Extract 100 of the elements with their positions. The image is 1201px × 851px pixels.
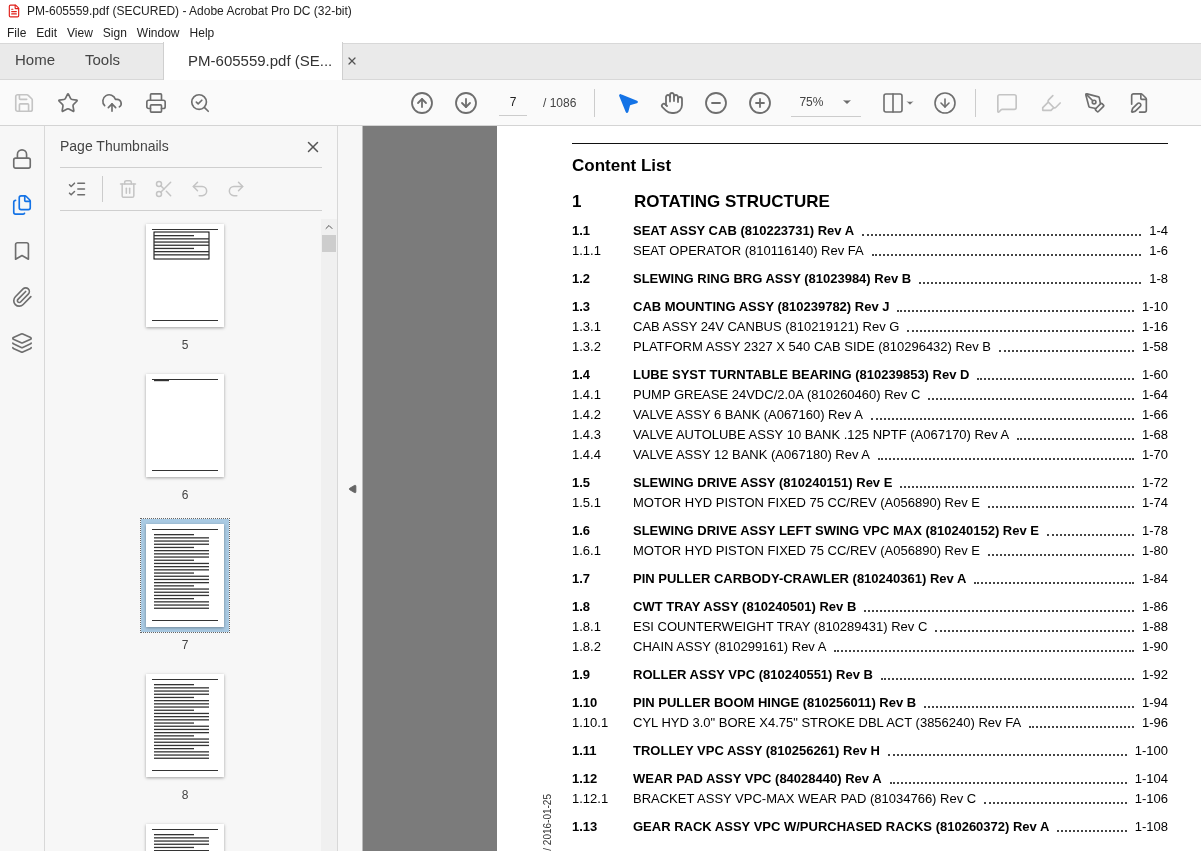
menu-item[interactable]: File [3, 23, 31, 42]
page-reference: 1-66 [1141, 406, 1168, 424]
menu-item[interactable]: Sign [98, 23, 131, 42]
entry-number: 1.8.1 [572, 618, 602, 636]
tab[interactable]: Home [0, 42, 70, 79]
page-reference: 1-6 [1149, 242, 1168, 260]
entry-number: 1.1 [572, 222, 592, 240]
entry-number: 1.5 [572, 474, 592, 492]
menu-item[interactable]: Window [132, 23, 184, 42]
entry-title: VALVE ASSY 6 BANK (A067160) Rev A [633, 406, 863, 424]
scroll-thumb[interactable] [322, 235, 336, 252]
page-reference: 1-72 [1141, 474, 1168, 492]
page-reference: 1-92 [1141, 666, 1168, 684]
page-number-label: 6 [181, 487, 189, 504]
entry-title: VALVE AUTOLUBE ASSY 10 BANK .125 NPTF (A067170) Rev A [633, 426, 1010, 444]
entry-number: 1.12.1 [572, 790, 610, 808]
entry-title: SLEWING DRIVE ASSY (810240151) Rev E [633, 474, 893, 492]
page-reference: 1-8 [1149, 270, 1168, 288]
entry-title: CHAIN ASSY (810299161) Rev A [633, 638, 827, 656]
section-title: ROTATING STRUCTURE [634, 191, 830, 213]
page-reference: 1-80 [1141, 542, 1168, 560]
entry-number: 1.8 [572, 598, 592, 616]
entry-number: 1.13 [572, 818, 599, 836]
page-reference: 1-104 [1134, 770, 1168, 788]
entry-title: PLATFORM ASSY 2327 X 540 CAB SIDE (810296432) Rev B [633, 338, 991, 356]
entry-number: 1.6 [572, 522, 592, 540]
entry-number: 1.8.2 [572, 638, 602, 656]
menu-item[interactable]: View [63, 23, 97, 42]
entry-title: GEAR RACK ASSY VPC W/PURCHASED RACKS (810260372) Rev A [633, 818, 1050, 836]
entry-title: PIN PULLER BOOM HINGE (810256011) Rev B [633, 694, 917, 712]
entry-title: ROLLER ASSY VPC (810240551) Rev B [633, 666, 873, 684]
page-number-field[interactable]: 7 [499, 89, 527, 116]
zoom-dropdown[interactable]: 75% [791, 88, 862, 117]
entry-number: 1.1.1 [572, 242, 602, 260]
entry-title: SEAT OPERATOR (810116140) Rev FA [633, 242, 864, 260]
entry-number: 1.10 [572, 694, 599, 712]
page-reference: 1-90 [1141, 638, 1168, 656]
entry-number: 1.7 [572, 570, 592, 588]
pdf-app-icon [7, 4, 21, 18]
page-reference: 1-88 [1141, 618, 1168, 636]
page-reference: 1-108 [1134, 818, 1168, 836]
document-heading: Content List [572, 155, 673, 177]
entry-title: CAB MOUNTING ASSY (810239782) Rev J [633, 298, 890, 316]
entry-title: VALVE ASSY 12 BANK (A067180) Rev A [633, 446, 871, 464]
entry-title: PUMP GREASE 24VDC/2.0A (810260460) Rev C [633, 386, 921, 404]
page-reference: 1-60 [1141, 366, 1168, 384]
entry-number: 1.10.1 [572, 714, 610, 732]
page-thumbnail[interactable] [141, 519, 229, 632]
entry-number: 1.11 [572, 742, 598, 760]
side-note: / 2016-01-25 [541, 794, 554, 851]
entry-title: LUBE SYST TURNTABLE BEARING (810239853) Rev D [633, 366, 970, 384]
page-number-label: 7 [181, 637, 189, 654]
entry-title: CWT TRAY ASSY (810240501) Rev B [633, 598, 857, 616]
entry-number: 1.4 [572, 366, 592, 384]
entry-title: SLEWING RING BRG ASSY (81023984) Rev B [633, 270, 912, 288]
page-reference: 1-4 [1149, 222, 1168, 240]
page-reference: 1-68 [1141, 426, 1168, 444]
entry-number: 1.3.2 [572, 338, 602, 356]
entry-title: CYL HYD 3.0" BORE X4.75" STROKE DBL ACT (3856240) Rev FA [633, 714, 1022, 732]
page-reference: 1-58 [1141, 338, 1168, 356]
entry-title: TROLLEY VPC ASSY (810256261) Rev H [633, 742, 880, 760]
section-number: 1 [572, 191, 583, 213]
entry-number: 1.3.1 [572, 318, 602, 336]
window-title: PM-605559.pdf (SECURED) - Adobe Acrobat Pro DC (32-bit) [27, 3, 352, 20]
page-reference: 1-78 [1141, 522, 1168, 540]
entry-number: 1.12 [572, 770, 599, 788]
entry-title: MOTOR HYD PISTON FIXED 75 CC/REV (A056890) Rev E [633, 542, 980, 560]
entry-number: 1.5.1 [572, 494, 602, 512]
page-reference: 1-10 [1141, 298, 1168, 316]
entry-number: 1.6.1 [572, 542, 602, 560]
page-reference: 1-94 [1141, 694, 1168, 712]
page-reference: 1-100 [1134, 742, 1168, 760]
page-count: / 1086 [543, 94, 577, 112]
scrollbar[interactable] [321, 219, 337, 851]
entry-title: BRACKET ASSY VPC-MAX WEAR PAD (81034766) Rev C [633, 790, 977, 808]
entry-number: 1.2 [572, 270, 592, 288]
entry-title: WEAR PAD ASSY VPC (84028440) Rev A [633, 770, 882, 788]
menu-item[interactable]: Edit [32, 23, 62, 42]
page-reference: 1-106 [1134, 790, 1168, 808]
entry-number: 1.4.4 [572, 446, 602, 464]
page-reference: 1-64 [1141, 386, 1168, 404]
entry-number: 1.4.2 [572, 406, 602, 424]
page-reference: 1-70 [1141, 446, 1168, 464]
entry-title: SLEWING DRIVE ASSY LEFT SWING VPC MAX (810240152) Rev E [633, 522, 1039, 540]
panel-title: Page Thumbnails [60, 137, 169, 156]
entry-number: 1.4.3 [572, 426, 602, 444]
entry-title: SEAT ASSY CAB (810223731) Rev A [633, 222, 855, 240]
menu-item[interactable]: Help [185, 23, 219, 42]
tab[interactable]: Tools [70, 42, 136, 79]
entry-title: ESI COUNTERWEIGHT TRAY (810289431) Rev C [633, 618, 928, 636]
page-reference: 1-84 [1141, 570, 1168, 588]
entry-number: 1.3 [572, 298, 592, 316]
collapse-icon [348, 483, 358, 494]
entry-title: PIN PULLER CARBODY-CRAWLER (810240361) Rev A [633, 570, 967, 588]
entry-number: 1.4.1 [572, 386, 602, 404]
page-reference: 1-16 [1141, 318, 1168, 336]
page-number-label: 5 [181, 337, 189, 354]
page-reference: 1-86 [1141, 598, 1168, 616]
page-number-label: 8 [181, 787, 189, 804]
entry-title: CAB ASSY 24V CANBUS (810219121) Rev G [633, 318, 900, 336]
